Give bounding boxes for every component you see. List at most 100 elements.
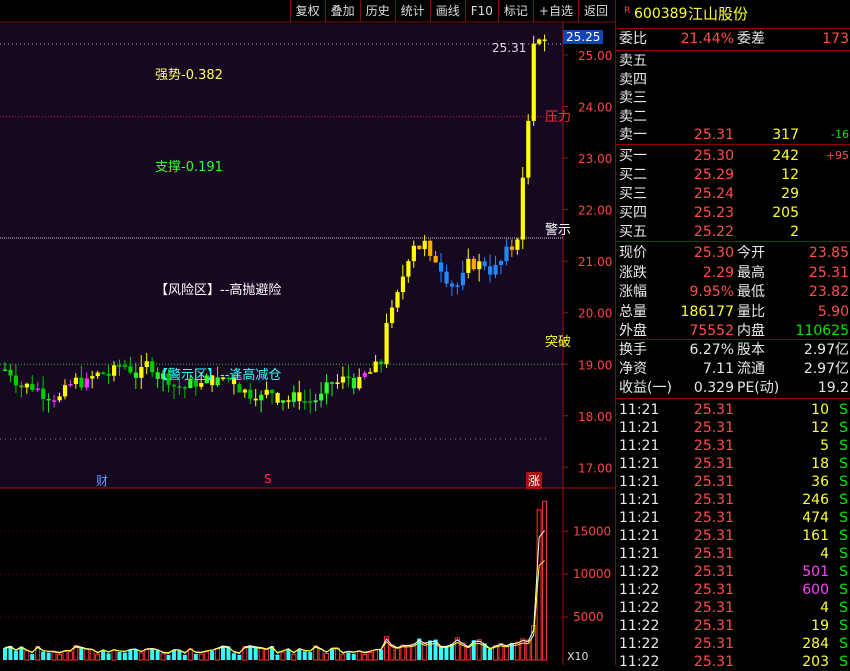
strong-annotation: 强势-0.382: [155, 68, 223, 83]
tick-price: 25.31: [693, 492, 734, 508]
quote-row: 外盘 75552 内盘 110625: [616, 322, 850, 340]
toolbar-stats-button[interactable]: 统计: [394, 0, 430, 22]
kline-chart-area[interactable]: 25.00 24.00 23.00 22.00 21.00 20.00 19.00 18.00…: [0, 0, 615, 665]
tick-side: S: [839, 402, 848, 418]
tick-time: 11:21: [619, 546, 660, 562]
volume-ma5-line: [4, 530, 545, 654]
tick-time: 11:22: [619, 654, 660, 670]
volume-bar: [133, 649, 138, 660]
toolbar-overlay-button[interactable]: 叠加: [324, 0, 360, 22]
toolbar-f10-button[interactable]: F10: [464, 0, 498, 22]
candle-body: [542, 39, 547, 41]
buy-price: 25.23: [693, 205, 734, 221]
volume-bar: [520, 638, 526, 661]
breakout-label: 突破: [545, 335, 572, 350]
quote-value: 9.95%: [689, 284, 734, 300]
tick-price: 25.31: [693, 402, 734, 418]
order-diff-label: 委差: [737, 31, 765, 47]
quote-label: 现价: [619, 245, 647, 261]
candle-body: [3, 369, 8, 371]
tick-volume: 284: [802, 636, 829, 652]
finance-marker[interactable]: 财: [96, 472, 108, 489]
r-marker: R: [624, 6, 631, 16]
buy-label: 买一: [619, 148, 647, 164]
volume-bar: [231, 653, 236, 660]
quote-label: 内盘: [737, 323, 765, 339]
candle-body: [24, 383, 29, 388]
fundamental-value: 2.97亿: [803, 342, 849, 358]
order-ratio-label: 委比: [619, 31, 647, 47]
quote-row: 总量 186177 量比 5.90: [616, 303, 850, 321]
price-tick-label: 22.00: [578, 204, 612, 218]
volume-bar: [204, 651, 210, 661]
toolbar-draw-button[interactable]: 画线: [429, 0, 465, 22]
candle-body: [19, 385, 24, 388]
volume-bar: [465, 646, 471, 661]
candle-body: [128, 366, 133, 373]
candle-body: [264, 389, 269, 395]
candle-body: [340, 376, 346, 383]
sell-row: 卖二: [616, 108, 850, 126]
candle-body: [84, 378, 89, 388]
candle-body: [498, 261, 504, 265]
volume-bar: [101, 650, 106, 660]
warn-label: 警示: [545, 223, 572, 238]
candle-body: [389, 307, 395, 324]
kline-chart[interactable]: 25.00 24.00 23.00 22.00 21.00 20.00 19.00 18.00…: [0, 0, 615, 665]
toolbar-watchlist-button[interactable]: +自选: [532, 0, 578, 22]
tick-volume: 10: [811, 402, 829, 418]
toolbar-mark-button[interactable]: 标记: [497, 0, 533, 22]
s-marker[interactable]: S: [264, 472, 272, 486]
tick-row: 11:22 25.31 19 S: [616, 617, 850, 635]
volume-bar: [237, 654, 242, 660]
buy-volume: 205: [772, 205, 799, 221]
quote-label: 涨跌: [619, 264, 647, 281]
candle-body: [509, 246, 515, 250]
stock-header: R 600389 江山股份: [616, 5, 850, 23]
candle-body: [482, 261, 487, 267]
quote-value: 75552: [689, 323, 734, 339]
tick-price: 25.31: [693, 582, 734, 598]
volume-bar: [41, 651, 46, 660]
candle-body: [139, 367, 144, 378]
candle-body: [13, 375, 19, 386]
volume-bar: [356, 651, 362, 661]
candle-body: [455, 285, 460, 287]
candle-body: [422, 240, 427, 250]
tick-volume: 19: [811, 618, 829, 634]
candle-body: [8, 369, 13, 376]
tick-time: 11:21: [619, 510, 660, 526]
candle-body: [291, 392, 297, 402]
toolbar-fuquan-button[interactable]: 复权: [289, 0, 325, 22]
volume-bar: [340, 654, 346, 661]
volume-bar: [215, 648, 221, 661]
tick-row: 11:21 25.31 161 S: [616, 527, 850, 545]
tick-side: S: [839, 528, 848, 544]
tick-side: S: [839, 636, 848, 652]
candle-body: [35, 388, 40, 391]
volume-bar: [302, 651, 307, 660]
risk-zone-annotation: 【风险区】--高抛避险: [155, 283, 282, 298]
toolbar-back-button[interactable]: 返回: [577, 0, 613, 22]
sell-change: -16: [831, 128, 849, 141]
quote-value: 25.30: [693, 245, 734, 261]
candle-body: [133, 372, 138, 378]
toolbar-history-button[interactable]: 历史: [359, 0, 395, 22]
candle-body: [41, 388, 46, 399]
tick-price: 25.31: [693, 564, 734, 580]
volume-bar: [46, 652, 51, 660]
volume-bar: [138, 652, 144, 661]
volume-bar: [3, 647, 7, 660]
fundamental-label: 流通: [737, 361, 765, 377]
fundamental-value: 19.2: [817, 380, 849, 396]
quote-value: 2.29: [702, 264, 734, 281]
volume-tick-label: 5000: [573, 610, 604, 624]
tick-row: 11:22 25.31 4 S: [616, 599, 850, 617]
volume-bar: [79, 647, 84, 660]
volume-bar: [318, 648, 324, 661]
limit-up-marker[interactable]: 涨: [526, 472, 543, 489]
order-ratio-row: 委比 21.44% 委差 173: [616, 30, 850, 48]
volume-bar: [155, 650, 160, 660]
tick-row: 11:21 25.31 474 S: [616, 509, 850, 527]
candle-body: [286, 400, 291, 402]
